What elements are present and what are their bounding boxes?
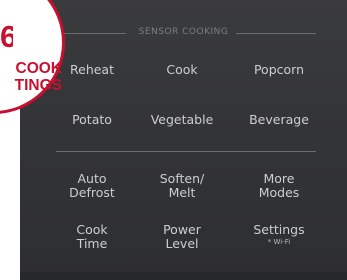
popcorn-button[interactable]: Popcorn [234, 63, 324, 77]
soften-melt-button[interactable]: Soften/ Melt [137, 172, 227, 200]
vegetable-button[interactable]: Vegetable [137, 113, 227, 127]
more-modes-label-line1: More [263, 171, 295, 186]
auto-defrost-button[interactable]: Auto Defrost [47, 172, 137, 200]
cook-time-button[interactable]: Cook Time [47, 223, 137, 251]
sensor-cooking-label: SENSOR COOKING [138, 27, 229, 37]
wifi-sublabel: * Wi-Fi [267, 238, 291, 246]
settings-button[interactable]: Settings * Wi-Fi [234, 223, 324, 247]
soften-melt-label-line2: Melt [168, 185, 196, 200]
badge-number: 6 [0, 21, 13, 52]
cook-button[interactable]: Cook [137, 63, 227, 77]
cook-time-label-line1: Cook [76, 222, 108, 237]
microwave-control-panel-image: SENSOR COOKING Reheat Cook Popcorn Potat… [0, 0, 347, 280]
panel-bottom-edge [20, 272, 347, 280]
more-modes-button[interactable]: More Modes [234, 172, 324, 200]
badge-text-line2: TINGS [14, 77, 62, 94]
power-level-label-line2: Level [165, 236, 199, 251]
panel-divider [56, 151, 316, 152]
power-level-button[interactable]: Power Level [137, 223, 227, 251]
section-divider-right [236, 33, 316, 34]
more-modes-label-line2: Modes [258, 185, 300, 200]
potato-button[interactable]: Potato [47, 113, 137, 127]
settings-label: Settings [253, 222, 305, 237]
auto-defrost-label-line1: Auto [77, 171, 107, 186]
badge-text-line1: COOK [15, 60, 63, 77]
cook-time-label-line2: Time [76, 236, 108, 251]
power-level-label-line1: Power [163, 222, 201, 237]
auto-defrost-label-line2: Defrost [69, 185, 115, 200]
beverage-button[interactable]: Beverage [234, 113, 324, 127]
soften-melt-label-line1: Soften/ [159, 171, 205, 186]
